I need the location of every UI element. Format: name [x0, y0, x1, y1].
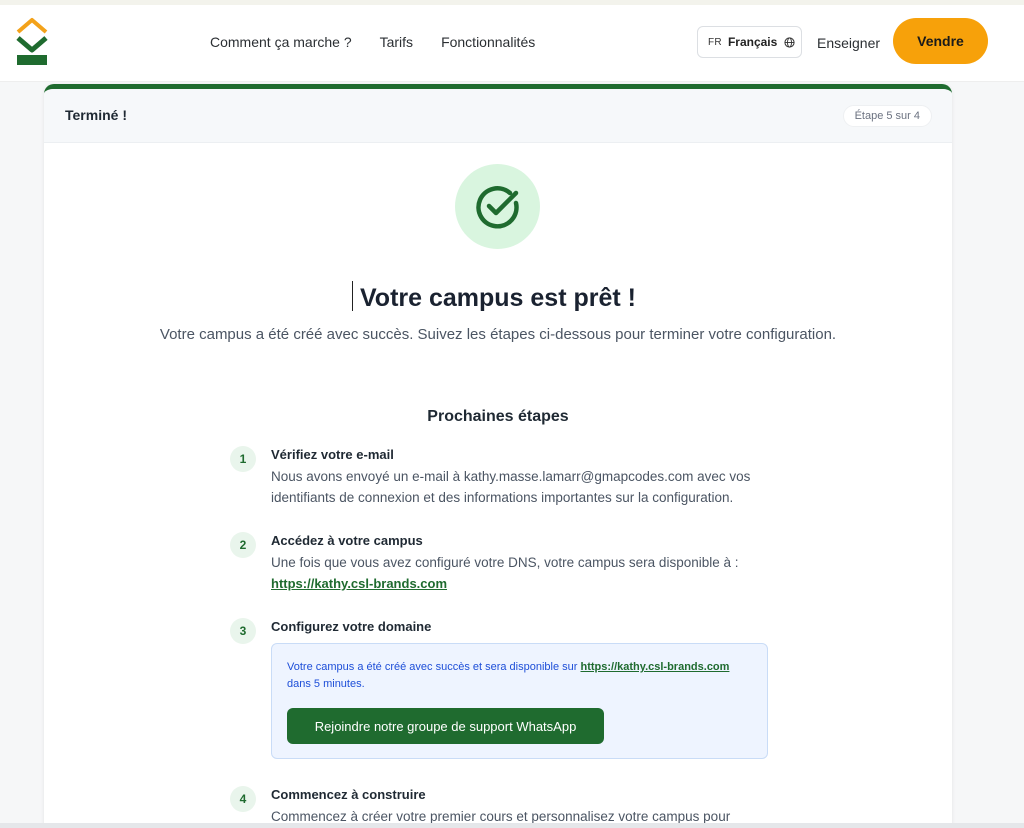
- info-text: Votre campus a été créé avec succès et s…: [287, 659, 737, 693]
- bottom-scroll-strip: [0, 823, 1024, 828]
- nav-pricing[interactable]: Tarifs: [380, 34, 413, 50]
- step-title: Commencez à construire: [271, 787, 426, 802]
- sell-button[interactable]: Vendre: [893, 18, 988, 64]
- step-number: 4: [230, 786, 256, 812]
- step-number: 1: [230, 446, 256, 472]
- step-title: Vérifiez votre e-mail: [271, 447, 394, 462]
- site-header: Comment ça marche ? Tarifs Fonctionnalit…: [0, 5, 1024, 82]
- nav-features[interactable]: Fonctionnalités: [441, 34, 535, 50]
- step-number: 2: [230, 532, 256, 558]
- language-name: Français: [727, 35, 778, 49]
- whatsapp-support-button[interactable]: Rejoindre notre groupe de support WhatsA…: [287, 708, 604, 744]
- teach-link[interactable]: Enseigner: [817, 35, 880, 51]
- info-campus-link[interactable]: https://kathy.csl-brands.com: [581, 661, 730, 673]
- campus-url-link[interactable]: https://kathy.csl-brands.com: [271, 576, 447, 591]
- success-badge: [455, 164, 540, 249]
- k-logo-icon[interactable]: [14, 17, 50, 69]
- info-prefix: Votre campus a été créé avec succès et s…: [287, 661, 578, 673]
- card-header: Terminé ! Étape 5 sur 4: [44, 89, 952, 143]
- step-indicator: Étape 5 sur 4: [842, 105, 932, 127]
- nav-how-it-works[interactable]: Comment ça marche ?: [210, 34, 352, 50]
- next-steps-title: Prochaines étapes: [427, 408, 569, 425]
- globe-icon: [784, 36, 795, 48]
- step-number: 3: [230, 618, 256, 644]
- page-title: Votre campus est prêt !: [359, 284, 636, 312]
- step-text: Nous avons envoyé un e-mail à kathy.mass…: [271, 469, 751, 505]
- language-selector[interactable]: FR Français: [697, 26, 802, 58]
- main-nav: Comment ça marche ? Tarifs Fonctionnalit…: [210, 34, 535, 50]
- step-title: Configurez votre domaine: [271, 619, 432, 634]
- info-suffix: dans 5 minutes.: [287, 678, 365, 690]
- card-title: Terminé !: [65, 107, 127, 123]
- page-subtitle: Votre campus a été créé avec succès. Sui…: [159, 326, 837, 343]
- domain-info-box: Votre campus a été créé avec succès et s…: [271, 643, 768, 759]
- step-text: Une fois que vous avez configuré votre D…: [271, 555, 739, 570]
- completion-card: Terminé ! Étape 5 sur 4 Votre campus est…: [44, 84, 952, 828]
- step-title: Accédez à votre campus: [271, 533, 423, 548]
- language-code: FR: [708, 36, 722, 48]
- text-caret: [352, 281, 353, 311]
- check-circle-icon: [475, 185, 519, 228]
